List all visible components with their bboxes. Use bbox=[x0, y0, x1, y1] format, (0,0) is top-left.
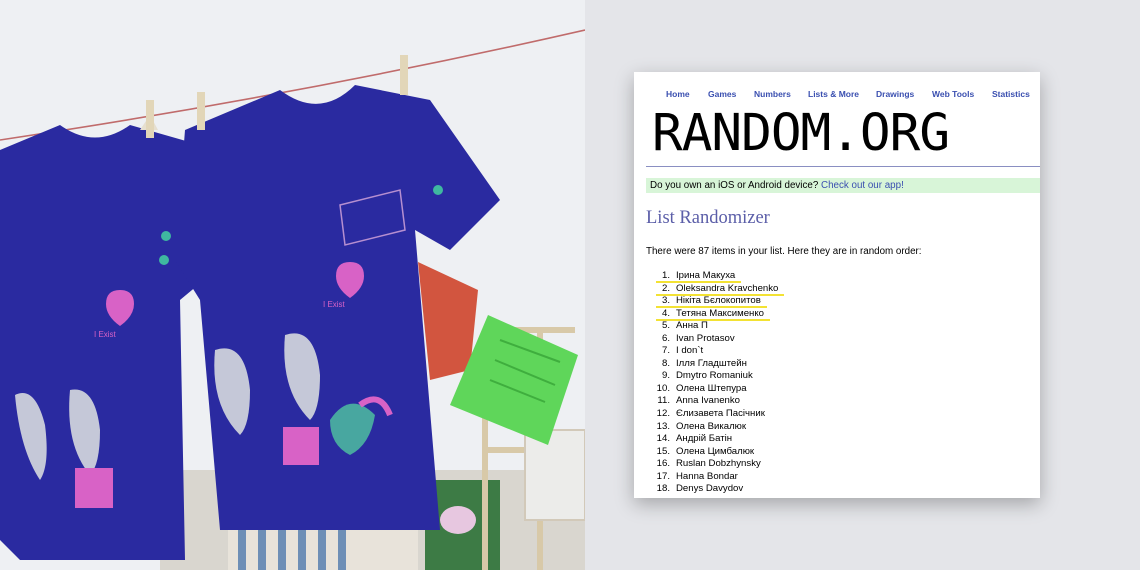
random-org-screenshot: Home Games Numbers Lists & More Drawings… bbox=[634, 72, 1040, 498]
list-item: 10. Олена Штепура bbox=[656, 382, 747, 394]
list-item: 7. I don`t bbox=[661, 345, 704, 357]
shirt-slogan-right: I Exist bbox=[323, 300, 346, 309]
list-item: 14. Андрій Батін bbox=[656, 433, 733, 445]
list-item: 12. Єлизавета Пасічник bbox=[656, 408, 765, 420]
tshirt-photo: I Exist I Exist bbox=[0, 0, 585, 570]
list-item: 4. Тетяна Максименко bbox=[661, 307, 764, 319]
nav-drawings[interactable]: Drawings bbox=[876, 89, 914, 99]
nav-lists-more[interactable]: Lists & More bbox=[808, 89, 859, 99]
promo-app-link[interactable]: Check out our app! bbox=[821, 180, 904, 191]
shirt-slogan-left: I Exist bbox=[94, 330, 117, 339]
app-promo-banner: Do you own an iOS or Android device? Che… bbox=[646, 178, 1040, 193]
list-item: 15. Олена Цимбалюк bbox=[656, 445, 755, 457]
list-item: 11. Anna Ivanenko bbox=[657, 395, 741, 407]
list-item: 2. Oleksandra Kravchenko bbox=[661, 282, 779, 294]
result-intro: There were 87 items in your list. Here t… bbox=[646, 246, 922, 257]
site-logo[interactable]: RANDOM.ORG bbox=[652, 108, 1016, 160]
promo-text: Do you own an iOS or Android device? bbox=[650, 180, 819, 191]
list-item: 16. Ruslan Dobzhynsky bbox=[656, 458, 761, 470]
list-item: 3. Нікіта Бєлокопитов bbox=[661, 295, 761, 307]
list-item: 9. Dmytro Romaniuk bbox=[661, 370, 753, 382]
randomized-list: 1. Ірина Макуха 2. Oleksandra Kravchenko 3… bbox=[648, 270, 948, 496]
nav-web-tools[interactable]: Web Tools bbox=[932, 89, 974, 99]
list-item: 8. Ілля Гладштейн bbox=[661, 357, 747, 369]
header-divider bbox=[646, 166, 1040, 167]
page-title: List Randomizer bbox=[646, 208, 770, 228]
nav-numbers[interactable]: Numbers bbox=[754, 89, 791, 99]
nav-statistics[interactable]: Statistics bbox=[992, 89, 1030, 99]
nav-home[interactable]: Home bbox=[666, 89, 690, 99]
list-item: 13. Олена Викалюк bbox=[656, 420, 747, 432]
photo-illustration: I Exist I Exist bbox=[0, 0, 585, 570]
top-nav: Home Games Numbers Lists & More Drawings… bbox=[634, 89, 1040, 101]
list-item: 18. Denys Davydov bbox=[656, 483, 744, 495]
nav-games[interactable]: Games bbox=[708, 89, 736, 99]
list-item: 17. Hanna Bondar bbox=[656, 470, 738, 482]
list-item: 1. Ірина Макуха bbox=[661, 270, 736, 281]
list-item: 5. Анна П bbox=[661, 320, 708, 332]
list-item: 6. Ivan Protasov bbox=[661, 332, 735, 344]
